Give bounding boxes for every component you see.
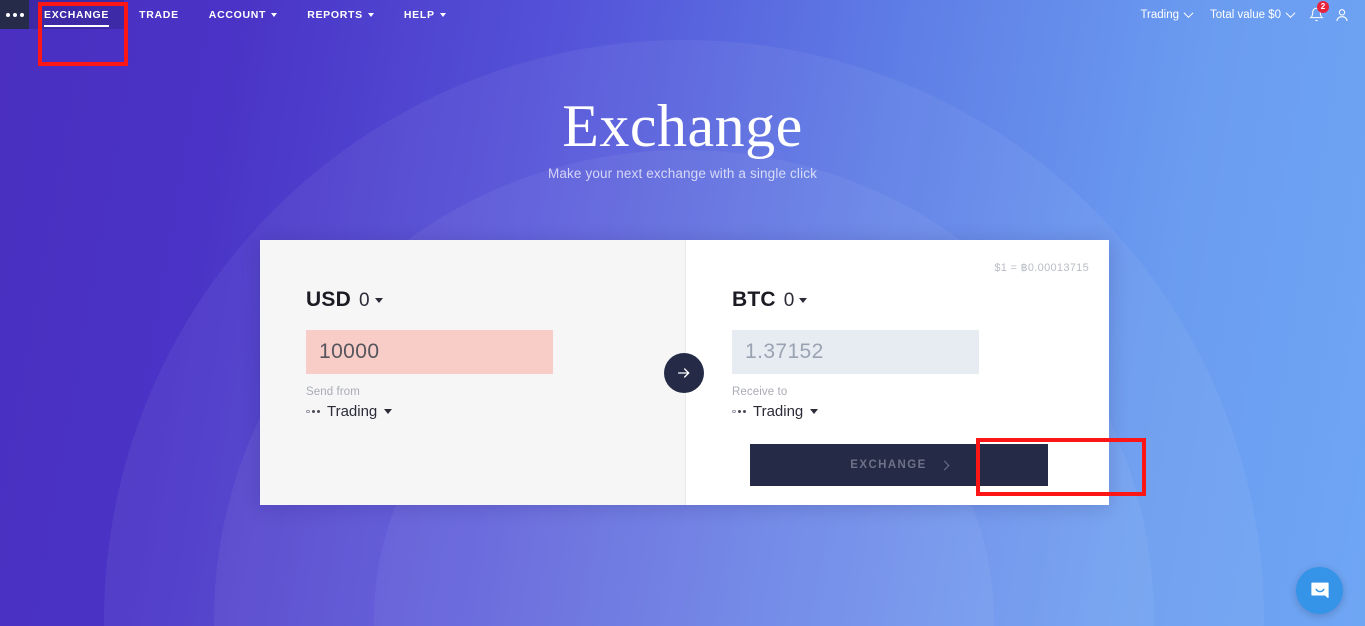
notifications-button[interactable]: 2	[1303, 0, 1329, 29]
to-account-value: Trading	[752, 403, 804, 420]
swap-direction-button[interactable]	[664, 353, 704, 393]
to-currency-balance: 0	[783, 290, 795, 311]
from-currency-selector[interactable]: USD 0	[306, 288, 685, 312]
nav-item-help-label: HELP	[403, 8, 435, 21]
exchange-rate: $1 = ฿0.00013715	[994, 262, 1089, 274]
exchange-submit-label: EXCHANGE	[850, 459, 927, 471]
chevron-down-icon	[374, 297, 383, 303]
chevron-right-icon	[939, 460, 950, 470]
to-currency-selector[interactable]: BTC 0	[732, 288, 1109, 312]
chevron-down-icon	[439, 13, 446, 17]
secondary-nav: Trading Total value $0 2	[1131, 0, 1365, 29]
chevron-down-icon	[271, 13, 278, 17]
from-panel: USD 0 Send from Trading	[260, 240, 685, 505]
from-account-selector[interactable]: Trading	[306, 403, 685, 420]
exchange-submit-button[interactable]: EXCHANGE	[750, 444, 1048, 486]
total-value-dropdown[interactable]: Total value $0	[1201, 8, 1303, 21]
notification-badge: 2	[1317, 1, 1329, 13]
chat-bubble-icon	[1310, 582, 1329, 598]
total-value-label: Total value $0	[1210, 8, 1281, 21]
nav-item-account[interactable]: ACCOUNT	[194, 0, 292, 29]
account-switcher[interactable]: Trading	[1131, 8, 1201, 21]
top-navbar: EXCHANGE TRADE ACCOUNT REPORTS HELP Trad…	[0, 0, 1365, 29]
from-currency-code: USD	[306, 288, 351, 311]
nav-item-trade[interactable]: TRADE	[124, 0, 194, 29]
wallet-dots-icon	[306, 409, 320, 414]
page-subtitle: Make your next exchange with a single cl…	[547, 166, 818, 181]
chevron-down-icon	[799, 297, 808, 303]
nav-item-trade-label: TRADE	[139, 8, 179, 21]
chevron-down-icon	[384, 409, 393, 414]
page-title: Exchange	[562, 93, 803, 159]
chevron-down-icon	[810, 409, 819, 414]
chevron-down-icon	[1183, 8, 1194, 19]
nav-item-account-label: ACCOUNT	[208, 8, 267, 21]
chat-launcher-button[interactable]	[1296, 567, 1343, 614]
to-account-selector[interactable]: Trading	[732, 403, 1109, 420]
hero-section: Exchange Make your next exchange with a …	[0, 92, 1365, 181]
exchange-page: EXCHANGE TRADE ACCOUNT REPORTS HELP Trad…	[0, 0, 1365, 626]
to-currency-code: BTC	[732, 288, 776, 311]
from-amount-input[interactable]	[306, 330, 553, 374]
account-switcher-label: Trading	[1140, 8, 1180, 21]
nav-item-reports-label: REPORTS	[307, 8, 363, 21]
from-account-value: Trading	[326, 403, 378, 420]
primary-nav: EXCHANGE TRADE ACCOUNT REPORTS HELP	[29, 0, 461, 29]
nav-item-help[interactable]: HELP	[389, 0, 461, 29]
three-dots-logo[interactable]	[0, 0, 29, 29]
to-amount-input[interactable]	[732, 330, 979, 374]
from-account-label: Send from	[306, 386, 360, 398]
nav-item-reports[interactable]: REPORTS	[292, 0, 389, 29]
user-icon	[1336, 8, 1348, 21]
user-avatar-button[interactable]	[1329, 0, 1355, 29]
arrow-right-icon	[678, 368, 690, 378]
chevron-down-icon	[1285, 8, 1296, 19]
to-account-label: Receive to	[732, 386, 788, 398]
wallet-dots-icon	[732, 409, 746, 414]
nav-item-exchange-label: EXCHANGE	[44, 8, 110, 27]
nav-item-exchange[interactable]: EXCHANGE	[29, 0, 125, 29]
from-currency-balance: 0	[358, 290, 370, 311]
chevron-down-icon	[367, 13, 374, 17]
